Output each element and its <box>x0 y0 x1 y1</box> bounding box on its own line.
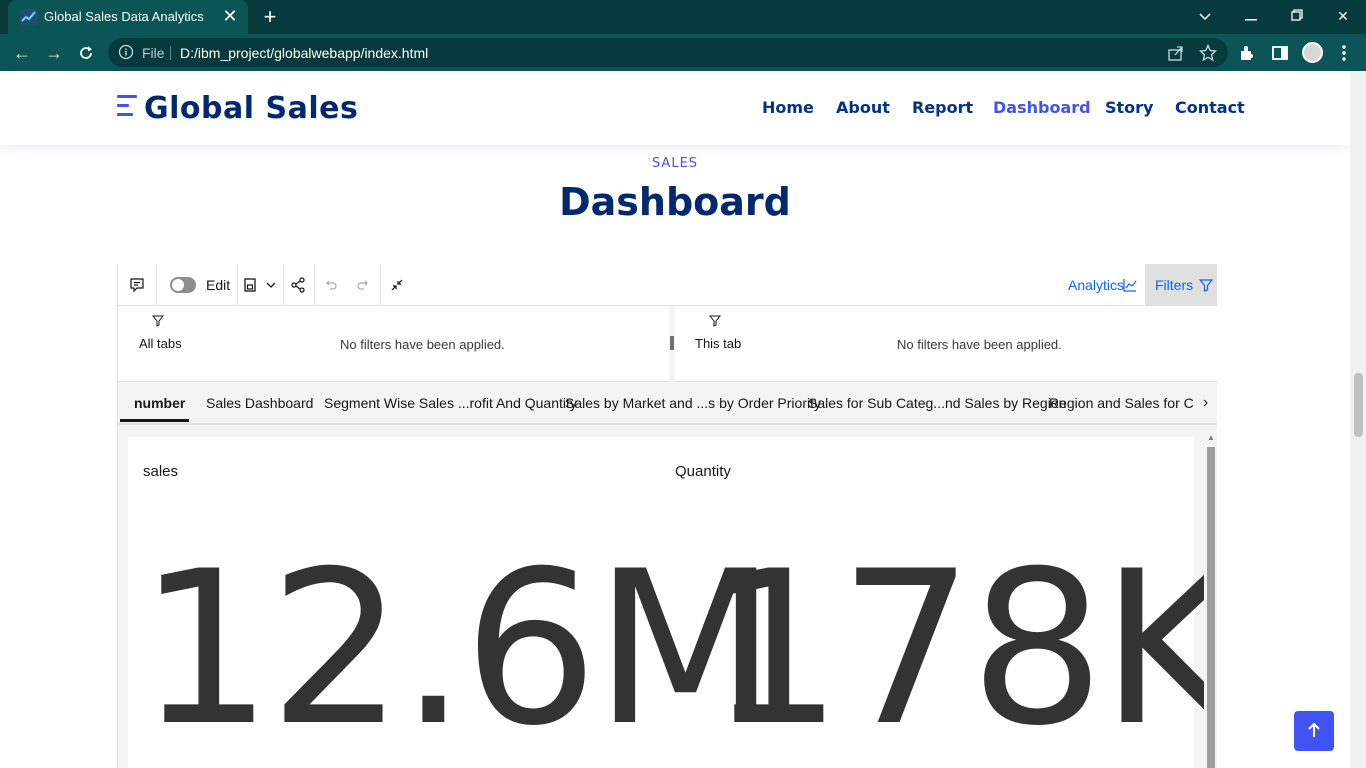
analytics-button[interactable]: Analytics <box>1068 277 1124 293</box>
comment-icon[interactable] <box>128 276 146 294</box>
address-bar[interactable]: File D:/ibm_project/globalwebapp/index.h… <box>108 38 1228 67</box>
info-icon[interactable] <box>118 44 134 60</box>
filter-scope-label: All tabs <box>139 336 182 351</box>
toolbar-divider <box>283 264 284 306</box>
site-header: Global Sales Home About Report Dashboard… <box>0 71 1350 145</box>
tab-sales-dashboard[interactable]: Sales Dashboard <box>206 395 313 411</box>
scroll-up-icon[interactable]: ▲ <box>1207 433 1215 442</box>
filter-icon <box>709 315 721 327</box>
toolbar-divider <box>380 264 381 306</box>
undo-icon[interactable] <box>322 276 340 294</box>
nav-about[interactable]: About <box>836 98 890 117</box>
this-tab-filter-panel[interactable]: This tab No filters have been applied. <box>675 306 1217 382</box>
embedded-dashboard: Edit Analytics Filters All tabs No filte… <box>117 264 1217 768</box>
tab-search-icon[interactable] <box>1190 4 1220 28</box>
filter-empty-message: No filters have been applied. <box>340 337 505 352</box>
forward-icon[interactable]: → <box>42 41 66 65</box>
url-text[interactable]: D:/ibm_project/globalwebapp/index.html <box>180 45 428 61</box>
close-tab-icon[interactable]: ✕ <box>220 6 240 26</box>
page-scrollbar[interactable] <box>1350 71 1366 768</box>
url-scheme: File <box>142 45 165 61</box>
nav-dashboard[interactable]: Dashboard <box>993 98 1091 117</box>
tab-sales-by-market[interactable]: Sales by Market and ...s by Order Priori… <box>565 395 821 411</box>
more-menu-icon[interactable] <box>1334 43 1354 63</box>
tab-segment-wise-sales[interactable]: Segment Wise Sales ...rofit And Quantity <box>324 395 577 411</box>
kpi-value-quantity: 178K <box>708 525 1217 768</box>
collapse-icon[interactable] <box>388 276 406 294</box>
filter-empty-message: No filters have been applied. <box>897 337 1062 352</box>
tab-title: Global Sales Data Analytics <box>44 9 204 24</box>
nav-report[interactable]: Report <box>912 98 973 117</box>
dashboard-tabs: number Sales Dashboard Segment Wise Sale… <box>118 382 1217 425</box>
filter-scope-label: This tab <box>695 336 742 351</box>
kpi-label-quantity: Quantity <box>675 463 731 480</box>
back-icon[interactable]: ← <box>10 41 34 65</box>
filter-icon <box>152 315 164 327</box>
page-scrollbar-thumb[interactable] <box>1354 373 1363 437</box>
canvas-scrollbar[interactable]: ▲ <box>1204 431 1217 768</box>
profile-avatar[interactable] <box>1302 42 1323 63</box>
minimize-icon[interactable] <box>1236 4 1266 28</box>
chevron-right-icon[interactable]: › <box>1193 382 1217 423</box>
extensions-icon[interactable] <box>1238 43 1258 63</box>
splitter-handle[interactable] <box>670 336 674 350</box>
chevron-down-icon[interactable] <box>262 276 280 294</box>
filter-icon <box>1198 279 1214 292</box>
nav-home[interactable]: Home <box>762 98 814 117</box>
tab-sales-for-sub-category[interactable]: Sales for Sub Categ...nd Sales by Region <box>808 395 1066 411</box>
toolbar-divider <box>314 264 315 306</box>
restore-icon[interactable] <box>1282 4 1312 28</box>
url-divider <box>170 46 171 60</box>
filters-label: Filters <box>1155 277 1194 293</box>
tab-number[interactable]: number <box>134 395 185 411</box>
browser-toolbar: ← → File D:/ibm_project/globalwebapp/ind… <box>0 34 1366 71</box>
filters-button[interactable]: Filters <box>1145 264 1217 306</box>
redo-icon[interactable] <box>354 276 372 294</box>
dashboard-canvas: sales 12.6M Quantity 178K ▲ <box>118 425 1217 768</box>
nav-story[interactable]: Story <box>1105 98 1153 117</box>
new-tab-icon[interactable]: + <box>258 5 282 29</box>
active-tab-indicator <box>120 419 189 422</box>
close-window-icon[interactable]: ✕ <box>1328 4 1358 28</box>
arrow-up-icon <box>1308 722 1320 737</box>
kpi-widget[interactable]: sales 12.6M Quantity 178K <box>128 437 1217 768</box>
save-icon[interactable] <box>241 276 259 294</box>
logo-icon <box>117 95 137 121</box>
toolbar-divider <box>156 264 157 306</box>
toolbar-divider <box>237 264 238 306</box>
all-tabs-filter-panel[interactable]: All tabs No filters have been applied. <box>118 306 669 382</box>
filter-area: All tabs No filters have been applied. T… <box>118 306 1217 382</box>
scrollbar-thumb[interactable] <box>1207 447 1215 768</box>
reload-icon[interactable] <box>74 41 98 65</box>
browser-tab[interactable]: Global Sales Data Analytics ✕ <box>8 0 248 34</box>
chart-favicon-icon <box>20 9 38 25</box>
share-icon[interactable] <box>289 276 307 294</box>
edit-mode-toggle[interactable] <box>170 277 196 293</box>
side-panel-icon[interactable] <box>1270 43 1290 63</box>
browser-tab-bar: Global Sales Data Analytics ✕ + ✕ <box>0 0 1366 34</box>
site-logo[interactable]: Global Sales <box>144 91 358 126</box>
edit-label: Edit <box>206 277 231 293</box>
kpi-label-sales: sales <box>143 463 179 480</box>
bookmark-star-icon[interactable] <box>1199 44 1217 62</box>
analytics-chart-icon[interactable] <box>1121 276 1139 294</box>
kpi-value-sales: 12.6M <box>138 525 777 768</box>
page-title: Dashboard <box>559 180 791 224</box>
tab-region-and-sales[interactable]: Region and Sales for Countr <box>1049 395 1217 411</box>
back-to-top-button[interactable] <box>1294 711 1334 751</box>
section-subtitle: SALES <box>651 156 699 171</box>
nav-contact[interactable]: Contact <box>1175 98 1245 117</box>
dashboard-toolbar: Edit Analytics Filters <box>118 264 1217 306</box>
share-icon[interactable] <box>1167 44 1185 62</box>
